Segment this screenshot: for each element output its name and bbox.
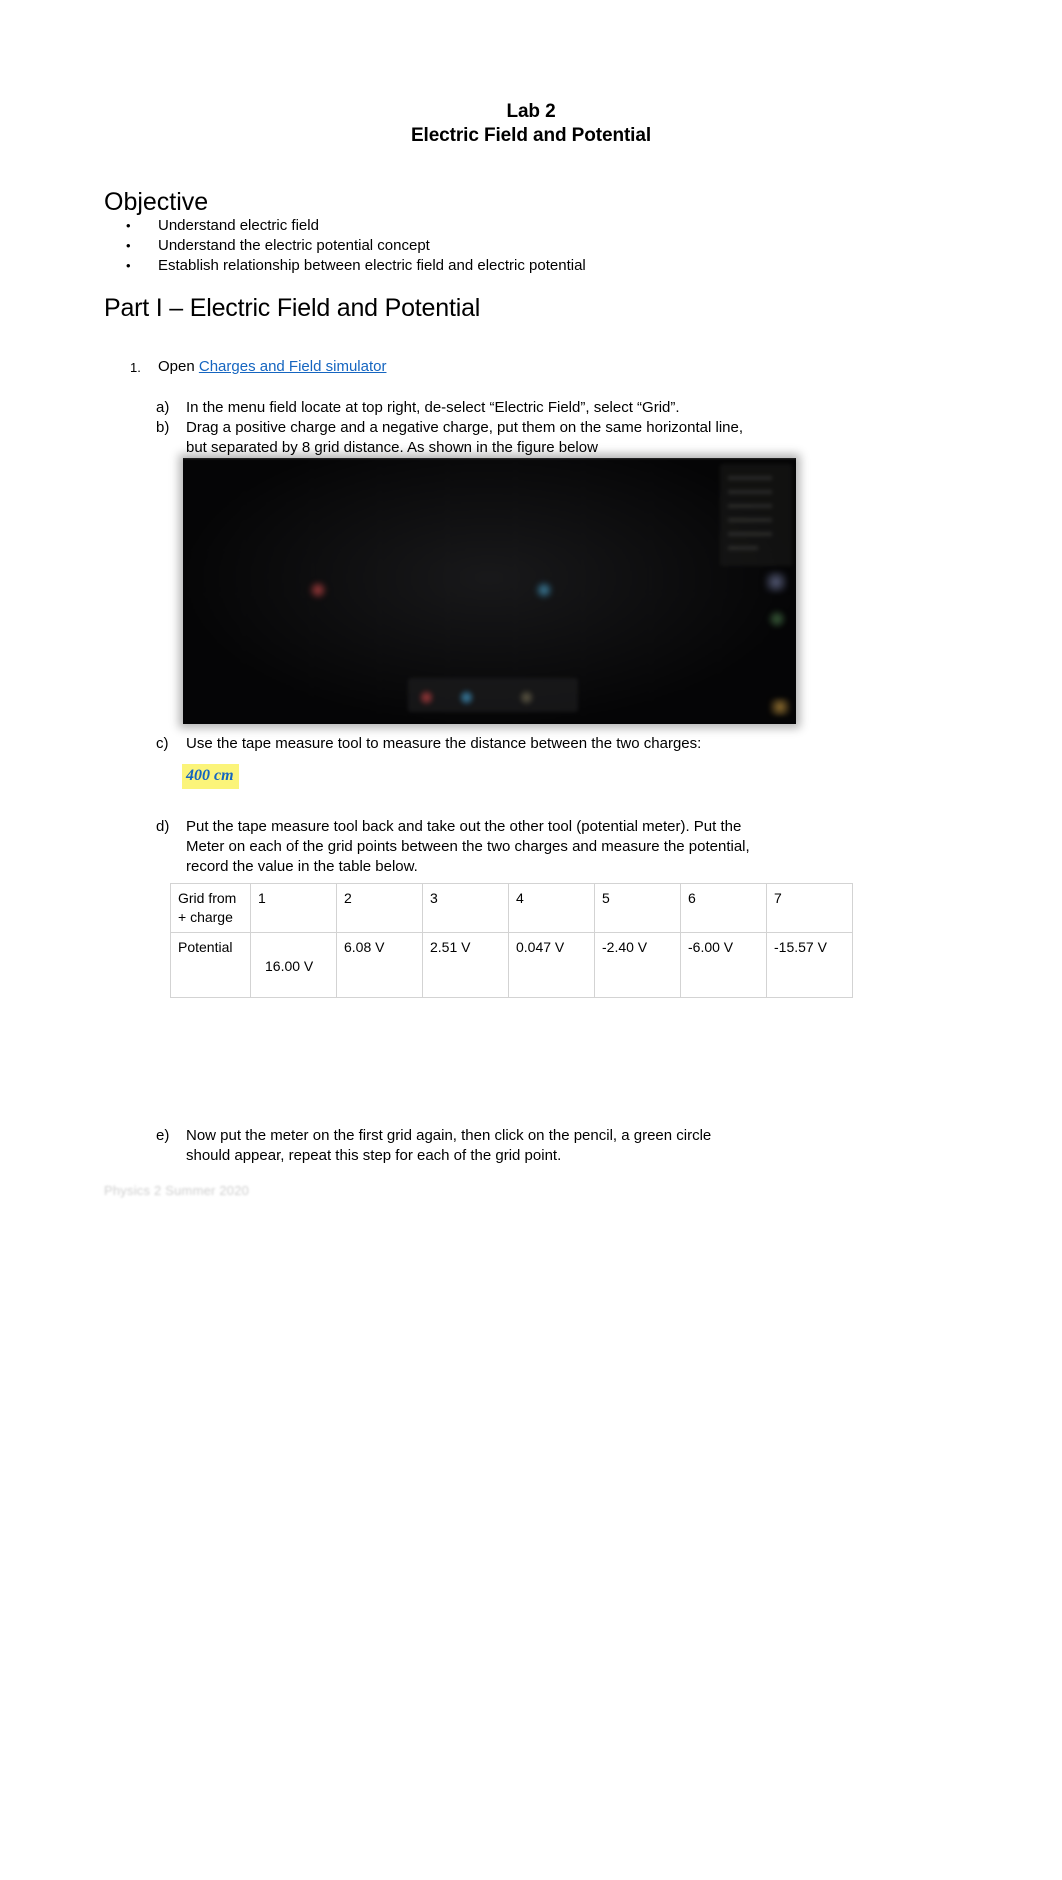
sub-item-e-body: Now put the meter on the first grid agai… [186,1126,806,1166]
potential-value-cell: 6.08 V [336,932,423,998]
grid-label-line1: Grid from [178,890,237,906]
grid-number-cell: 3 [422,883,509,933]
table-header-grid-label: Grid from + charge [170,883,251,933]
sub-item-d-line3: record the value in the table below. [186,858,418,875]
bullet-dot-icon: • [126,258,131,273]
positive-charge-icon [309,581,327,599]
step-number: 1. [130,360,141,375]
panel-checkbox-row [728,476,772,480]
grid-number-cell: 1 [250,883,337,933]
table-row: Potential 16.00 V 6.08 V 2.51 V 0.047 V … [170,932,853,998]
voltage-sensor-tool-icon [764,571,788,593]
potential-value-1: 16.00 V [265,958,314,974]
panel-checkbox-row [728,546,758,550]
measured-distance-answer: 400 cm [182,764,239,789]
potential-value-cell: -2.40 V [594,932,681,998]
step-1-text: Open [158,358,199,375]
grid-number-cell: 2 [336,883,423,933]
document-page: Lab 2 Electric Field and Potential Objec… [0,0,1062,1880]
panel-checkbox-row [728,518,772,522]
objective-heading: Objective [104,188,209,216]
potential-value-cell: 16.00 V [250,932,337,998]
potential-data-table: Grid from + charge 1 2 3 4 5 6 7 Potenti… [170,883,853,998]
document-title-line1: Lab 2 [506,101,556,122]
negative-charge-icon [535,581,553,599]
bucket-negative-charge-icon [459,689,474,706]
sub-item-a-marker: a) [156,399,170,416]
sub-item-c-marker: c) [156,735,169,752]
panel-checkbox-row [728,490,772,494]
sub-item-d-line1: Put the tape measure tool back and take … [186,818,742,835]
sub-item-b-body: Drag a positive charge and a negative ch… [186,418,806,458]
list-item: • Understand electric field [104,216,904,236]
table-row: Grid from + charge 1 2 3 4 5 6 7 [170,883,853,933]
bullet-dot-icon: • [126,218,131,233]
sub-item-d-line2: Meter on each of the grid points between… [186,838,750,855]
bucket-sensor-icon [519,689,534,706]
simulator-control-panel [720,464,792,566]
list-item: • Establish relationship between electri… [104,256,904,276]
potential-value-cell: -15.57 V [766,932,853,998]
bullet-dot-icon: • [126,238,131,253]
sub-item-a-body: In the menu field locate at top right, d… [186,398,806,418]
sub-item-b-marker: b) [156,419,170,436]
sub-item-c-body: Use the tape measure tool to measure the… [186,734,806,754]
objective-bullet-text: Understand the electric potential concep… [158,237,430,254]
potential-value-cell: -6.00 V [680,932,767,998]
part1-heading: Part I – Electric Field and Potential [104,294,481,322]
objective-bullet-text: Understand electric field [158,217,319,234]
potential-value-cell: 0.047 V [508,932,595,998]
grid-number-cell: 4 [508,883,595,933]
objective-bullet-text: Establish relationship between electric … [158,257,586,274]
document-footer-note: Physics 2 Summer 2020 [104,1183,250,1198]
sub-item-d-marker: d) [156,818,170,835]
objective-bullet-list: • Understand electric field • Understand… [104,216,904,276]
list-item: • Understand the electric potential conc… [104,236,904,256]
sub-item-d-body: Put the tape measure tool back and take … [186,817,806,877]
sub-item-e-marker: e) [156,1127,170,1144]
step-1-body: Open Charges and Field simulator [158,357,386,377]
charges-and-fields-simulator-screenshot [183,458,796,724]
sub-item-e-line1: Now put the meter on the first grid agai… [186,1127,712,1144]
sub-item-b-line2: but separated by 8 grid distance. As sho… [186,439,598,456]
panel-checkbox-row [728,532,772,536]
sub-item-c-line1: Use the tape measure tool to measure the… [186,735,702,752]
grid-label-line2: + charge [178,909,233,925]
tape-measure-tool-icon [769,698,791,716]
grid-number-cell: 7 [766,883,853,933]
sub-item-e-line2: should appear, repeat this step for each… [186,1147,562,1164]
charges-and-fields-simulator-link[interactable]: Charges and Field simulator [199,358,387,375]
bucket-positive-charge-icon [419,689,434,706]
document-title-line2: Electric Field and Potential [410,125,652,146]
grid-number-cell: 6 [680,883,767,933]
table-row-label-potential: Potential [170,932,251,998]
sub-item-b-line1: Drag a positive charge and a negative ch… [186,419,744,436]
sub-item-a-line1: In the menu field locate at top right, d… [186,399,680,416]
document-title: Lab 2 Electric Field and Potential [0,100,1062,148]
grid-number-cell: 5 [594,883,681,933]
panel-checkbox-row [728,504,772,508]
sensor-tool-icon [768,610,786,628]
potential-value-cell: 2.51 V [422,932,509,998]
